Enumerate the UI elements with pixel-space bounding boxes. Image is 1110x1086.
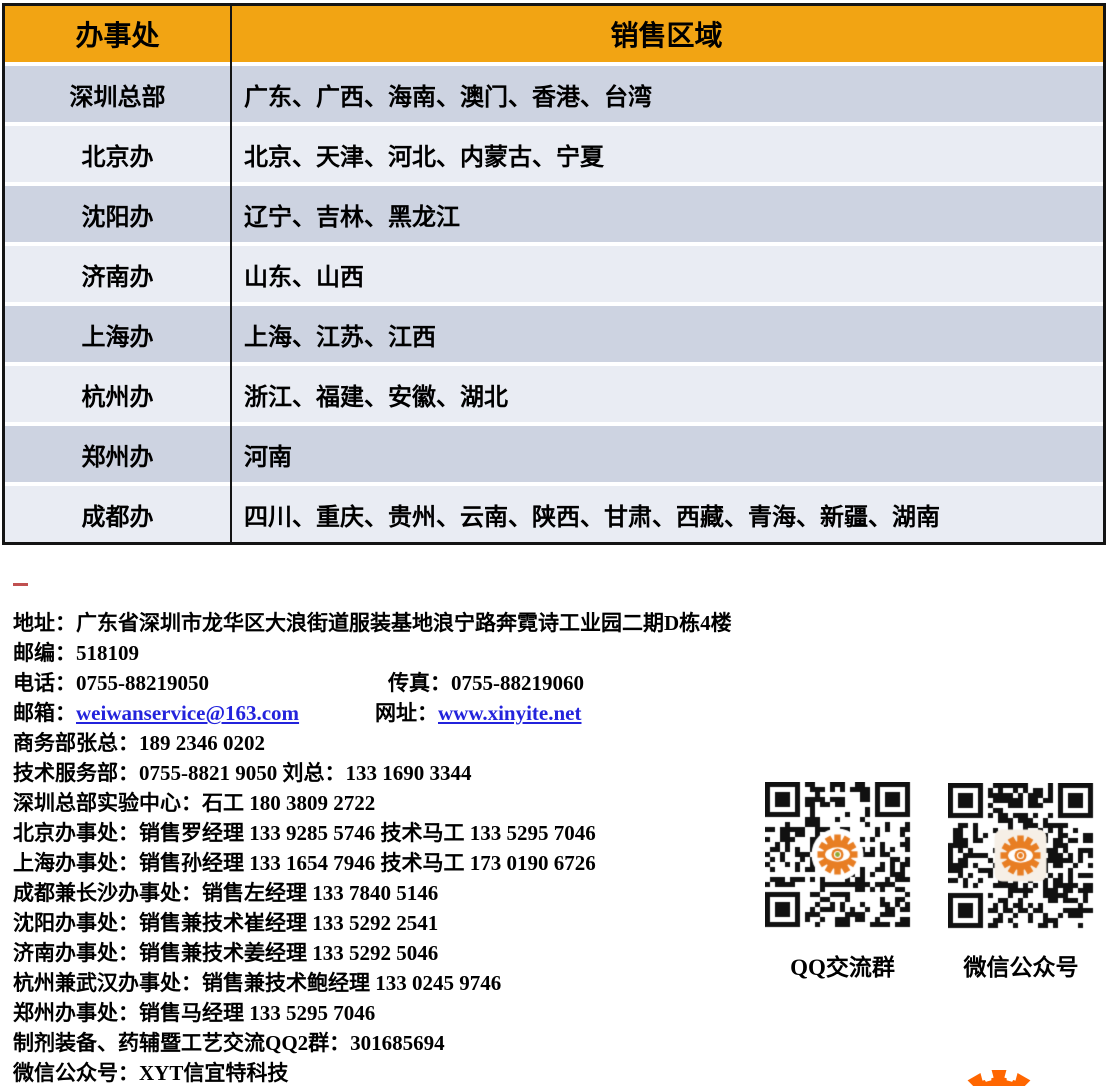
email-link[interactable]: weiwanservice@163.com xyxy=(76,701,299,725)
table-header-row: 办事处 销售区域 xyxy=(5,6,1103,62)
table-row: 深圳总部 广东、广西、海南、澳门、香港、台湾 xyxy=(5,66,1103,122)
wechat-official-qr-code xyxy=(948,783,1094,933)
table-row: 杭州办 浙江、福建、安徽、湖北 xyxy=(5,366,1103,422)
region-cell: 上海、江苏、江西 xyxy=(230,306,1103,362)
contact-line: 成都兼长沙办事处：销售左经理 133 7840 5146 xyxy=(13,878,773,908)
contact-line: 北京办事处：销售罗经理 133 9285 5746 技术马工 133 5295 … xyxy=(13,818,773,848)
contact-info-block: 地址：广东省深圳市龙华区大浪街道服装基地浪宁路奔霓诗工业园二期D栋4楼 邮编：5… xyxy=(13,608,773,1086)
contact-line: 深圳总部实验中心：石工 180 3809 2722 xyxy=(13,788,773,818)
document-page: 办事处 销售区域 深圳总部 广东、广西、海南、澳门、香港、台湾 北京办 北京、天… xyxy=(0,0,1110,1086)
postal-line: 邮编：518109 xyxy=(13,638,773,668)
office-cell: 深圳总部 xyxy=(5,66,230,122)
website-label: 网址： xyxy=(375,701,438,725)
office-cell: 北京办 xyxy=(5,126,230,182)
office-cell: 郑州办 xyxy=(5,426,230,482)
region-cell: 辽宁、吉林、黑龙江 xyxy=(230,186,1103,242)
email-group: 邮箱：weiwanservice@163.com xyxy=(13,698,375,728)
contact-line: 沈阳办事处：销售兼技术崔经理 133 5292 2541 xyxy=(13,908,773,938)
email-label: 邮箱： xyxy=(13,701,76,725)
header-office: 办事处 xyxy=(5,6,230,62)
header-region: 销售区域 xyxy=(230,6,1103,62)
contact-line: 商务部张总：189 2346 0202 xyxy=(13,728,773,758)
region-cell: 广东、广西、海南、澳门、香港、台湾 xyxy=(230,66,1103,122)
region-cell: 北京、天津、河北、内蒙古、宁夏 xyxy=(230,126,1103,182)
table-row: 沈阳办 辽宁、吉林、黑龙江 xyxy=(5,186,1103,242)
email-web-line: 邮箱：weiwanservice@163.com网址：www.xinyite.n… xyxy=(13,698,773,728)
office-cell: 沈阳办 xyxy=(5,186,230,242)
region-cell: 山东、山西 xyxy=(230,246,1103,302)
column-divider xyxy=(230,6,232,542)
table-row: 济南办 山东、山西 xyxy=(5,246,1103,302)
office-cell: 成都办 xyxy=(5,486,230,542)
address-line: 地址：广东省深圳市龙华区大浪街道服装基地浪宁路奔霓诗工业园二期D栋4楼 xyxy=(13,608,773,638)
sales-region-table: 办事处 销售区域 深圳总部 广东、广西、海南、澳门、香港、台湾 北京办 北京、天… xyxy=(2,3,1106,545)
contact-line: 微信公众号：XYT信宜特科技 xyxy=(13,1058,773,1086)
region-cell: 四川、重庆、贵州、云南、陕西、甘肃、西藏、青海、新疆、湖南 xyxy=(230,486,1103,542)
website-link[interactable]: www.xinyite.net xyxy=(438,701,582,725)
table-row: 北京办 北京、天津、河北、内蒙古、宁夏 xyxy=(5,126,1103,182)
table-row: 成都办 四川、重庆、贵州、云南、陕西、甘肃、西藏、青海、新疆、湖南 xyxy=(5,486,1103,542)
office-cell: 杭州办 xyxy=(5,366,230,422)
region-cell: 浙江、福建、安徽、湖北 xyxy=(230,366,1103,422)
phone-fax-line: 电话：0755-88219050传真：0755-88219060 xyxy=(13,668,773,698)
table-row: 郑州办 河南 xyxy=(5,426,1103,482)
red-dash-marker xyxy=(13,583,28,586)
office-cell: 济南办 xyxy=(5,246,230,302)
phone-value: 电话：0755-88219050 xyxy=(13,668,388,698)
qq-group-label: QQ交流群 xyxy=(755,948,930,982)
qq-group-qr-code xyxy=(765,782,922,934)
contact-line: 上海办事处：销售孙经理 133 1654 7946 技术马工 173 0190 … xyxy=(13,848,773,878)
wechat-official-label: 微信公众号 xyxy=(940,948,1102,982)
contact-line: 济南办事处：销售兼技术姜经理 133 5292 5046 xyxy=(13,938,773,968)
contact-line: 郑州办事处：销售马经理 133 5295 7046 xyxy=(13,998,773,1028)
office-cell: 上海办 xyxy=(5,306,230,362)
contact-line: 杭州兼武汉办事处：销售兼技术鲍经理 133 0245 9746 xyxy=(13,968,773,998)
table-row: 上海办 上海、江苏、江西 xyxy=(5,306,1103,362)
fax-value: 传真：0755-88219060 xyxy=(388,671,584,695)
contact-line: 制剂装备、药辅暨工艺交流QQ2群：301685694 xyxy=(13,1028,773,1058)
contact-line: 技术服务部：0755-8821 9050 刘总：133 1690 3344 xyxy=(13,758,773,788)
company-gear-logo xyxy=(951,1070,1047,1086)
gear-icon xyxy=(951,1070,1047,1086)
region-cell: 河南 xyxy=(230,426,1103,482)
